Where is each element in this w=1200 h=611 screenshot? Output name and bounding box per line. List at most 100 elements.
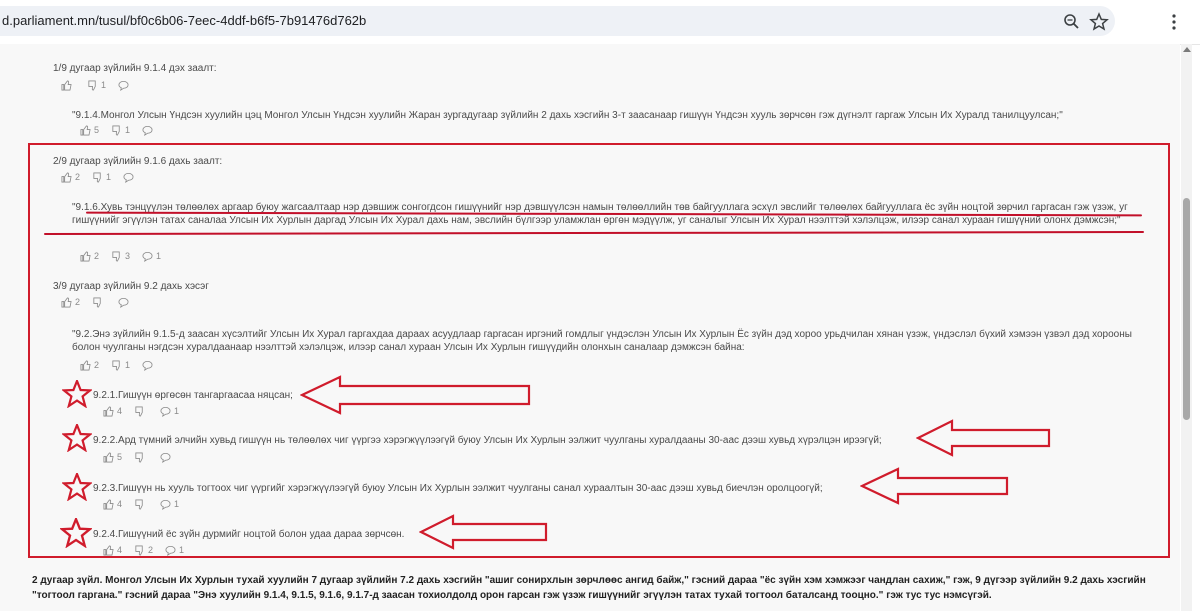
comment-icon: [142, 125, 153, 136]
thumbs-down-icon: [112, 360, 120, 370]
red-star-annotation-icon: [62, 380, 92, 408]
bookmark-star-icon[interactable]: [1089, 12, 1109, 32]
item-title: 2/9 дугаар зүйлийн 9.1.6 дахь заалт:: [53, 156, 223, 167]
zoom-icon[interactable]: [1062, 12, 1082, 32]
like-button[interactable]: 4: [103, 406, 122, 417]
thumbs-down-icon: [135, 406, 143, 416]
red-arrow-annotation-icon: [419, 514, 548, 550]
thumbs-up-icon: [80, 360, 91, 370]
comment-icon: [142, 251, 153, 262]
like-count: 2: [75, 172, 81, 182]
dislike-count: 1: [101, 80, 107, 90]
comment-button[interactable]: [142, 360, 156, 371]
dislike-count: 1: [125, 125, 131, 135]
comment-button[interactable]: [142, 125, 156, 136]
dislike-button[interactable]: 3: [111, 251, 130, 262]
thumbs-down-icon: [135, 452, 143, 462]
dislike-button[interactable]: 1: [92, 172, 111, 183]
red-star-annotation-icon: [62, 424, 92, 452]
thumbs-down-icon: [112, 251, 120, 261]
like-button[interactable]: [61, 80, 75, 91]
kebab-menu-icon[interactable]: [1166, 12, 1182, 32]
like-count: 2: [94, 251, 100, 261]
like-button[interactable]: 5: [103, 452, 122, 463]
subitem-text: 9.2.3.Гишүүн нь хууль тогтоох чиг үүргий…: [93, 483, 823, 494]
browser-toolbar: d.parliament.mn/tusul/bf0c6b06-7eec-4ddf…: [0, 0, 1200, 45]
dislike-button[interactable]: 1: [111, 360, 130, 371]
subitem-text: 9.2.1.Гишүүн өргөсөн тангаргаасаа няцсан…: [93, 390, 293, 401]
dislike-button[interactable]: 1: [111, 125, 130, 136]
like-count: 2: [75, 297, 81, 307]
like-button[interactable]: 2: [80, 360, 99, 371]
like-count: 4: [117, 406, 123, 416]
like-button[interactable]: 4: [103, 545, 122, 556]
thumbs-up-icon: [80, 251, 91, 261]
scrollbar-thumb[interactable]: [1183, 198, 1190, 420]
subitem-actions: 5: [103, 451, 186, 463]
red-arrow-annotation-icon: [860, 467, 1009, 505]
like-button[interactable]: 2: [80, 251, 99, 262]
subitem-actions: 4 2 1: [103, 544, 196, 556]
dislike-button[interactable]: [92, 297, 106, 308]
quote-actions: 2 1: [80, 359, 168, 371]
item-actions: 2: [61, 296, 144, 308]
quote-actions: 5 1: [80, 124, 168, 136]
like-count: 5: [117, 452, 123, 462]
like-button[interactable]: 5: [80, 125, 99, 136]
like-count: 4: [117, 499, 123, 509]
thumbs-up-icon: [103, 545, 114, 555]
comment-button[interactable]: [118, 297, 132, 308]
dislike-button[interactable]: [134, 406, 148, 417]
comment-button[interactable]: 1: [160, 406, 179, 417]
comment-button[interactable]: [160, 452, 174, 463]
comment-button[interactable]: 1: [165, 545, 184, 556]
scroll-up-icon[interactable]: [1183, 47, 1191, 52]
item-title: 3/9 дугаар зүйлийн 9.2 дахь хэсэг: [53, 281, 209, 292]
comment-button[interactable]: [123, 172, 137, 183]
like-button[interactable]: 2: [61, 297, 80, 308]
comment-count: 1: [174, 499, 180, 509]
dislike-count: 1: [106, 172, 112, 182]
red-arrow-annotation-icon: [300, 375, 531, 415]
like-button[interactable]: 4: [103, 499, 122, 510]
thumbs-down-icon: [135, 499, 143, 509]
comment-icon: [118, 80, 129, 91]
dislike-button[interactable]: 2: [134, 545, 153, 556]
comment-icon: [160, 499, 171, 510]
thumbs-up-icon: [80, 125, 91, 135]
address-bar[interactable]: d.parliament.mn/tusul/bf0c6b06-7eec-4ddf…: [0, 6, 1115, 36]
comment-button[interactable]: [118, 80, 132, 91]
thumbs-down-icon: [112, 125, 120, 135]
comment-icon: [160, 406, 171, 417]
red-star-annotation-icon: [60, 518, 92, 548]
item-quote: "9.2.Энэ зүйлийн 9.1.5-д заасан хүсэлтий…: [72, 329, 1132, 353]
subitem-actions: 4 1: [103, 405, 191, 417]
comment-count: 1: [156, 251, 162, 261]
thumbs-up-icon: [61, 80, 72, 90]
dislike-count: 2: [148, 545, 154, 555]
thumbs-up-icon: [61, 297, 72, 307]
thumbs-down-icon: [93, 297, 101, 307]
like-count: 5: [94, 125, 100, 135]
comment-button[interactable]: 1: [142, 251, 161, 262]
comment-count: 1: [174, 406, 180, 416]
dislike-button[interactable]: [134, 452, 148, 463]
thumbs-up-icon: [103, 406, 114, 416]
like-button[interactable]: 2: [61, 172, 80, 183]
comment-icon: [118, 297, 129, 308]
thumbs-down-icon: [135, 545, 143, 555]
url-text[interactable]: d.parliament.mn/tusul/bf0c6b06-7eec-4ddf…: [2, 13, 366, 28]
item-title: 1/9 дугаар зүйлийн 9.1.4 дэх заалт:: [53, 63, 217, 74]
like-count: 4: [117, 545, 123, 555]
quote-actions: 2 3 1: [80, 250, 173, 262]
item-actions: 1: [61, 79, 144, 91]
thumbs-up-icon: [103, 452, 114, 462]
dislike-button[interactable]: 1: [87, 80, 106, 91]
subitem-text: 9.2.4.Гишүүний ёс зүйн дурмийг ноцтой бо…: [93, 529, 405, 540]
comment-button[interactable]: 1: [160, 499, 179, 510]
thumbs-down-icon: [93, 172, 101, 182]
comment-icon: [123, 172, 134, 183]
comment-icon: [142, 360, 153, 371]
article-paragraph: 2 дугаар зүйл. Монгол Улсын Их Хурлын ту…: [32, 575, 1146, 601]
dislike-button[interactable]: [134, 499, 148, 510]
